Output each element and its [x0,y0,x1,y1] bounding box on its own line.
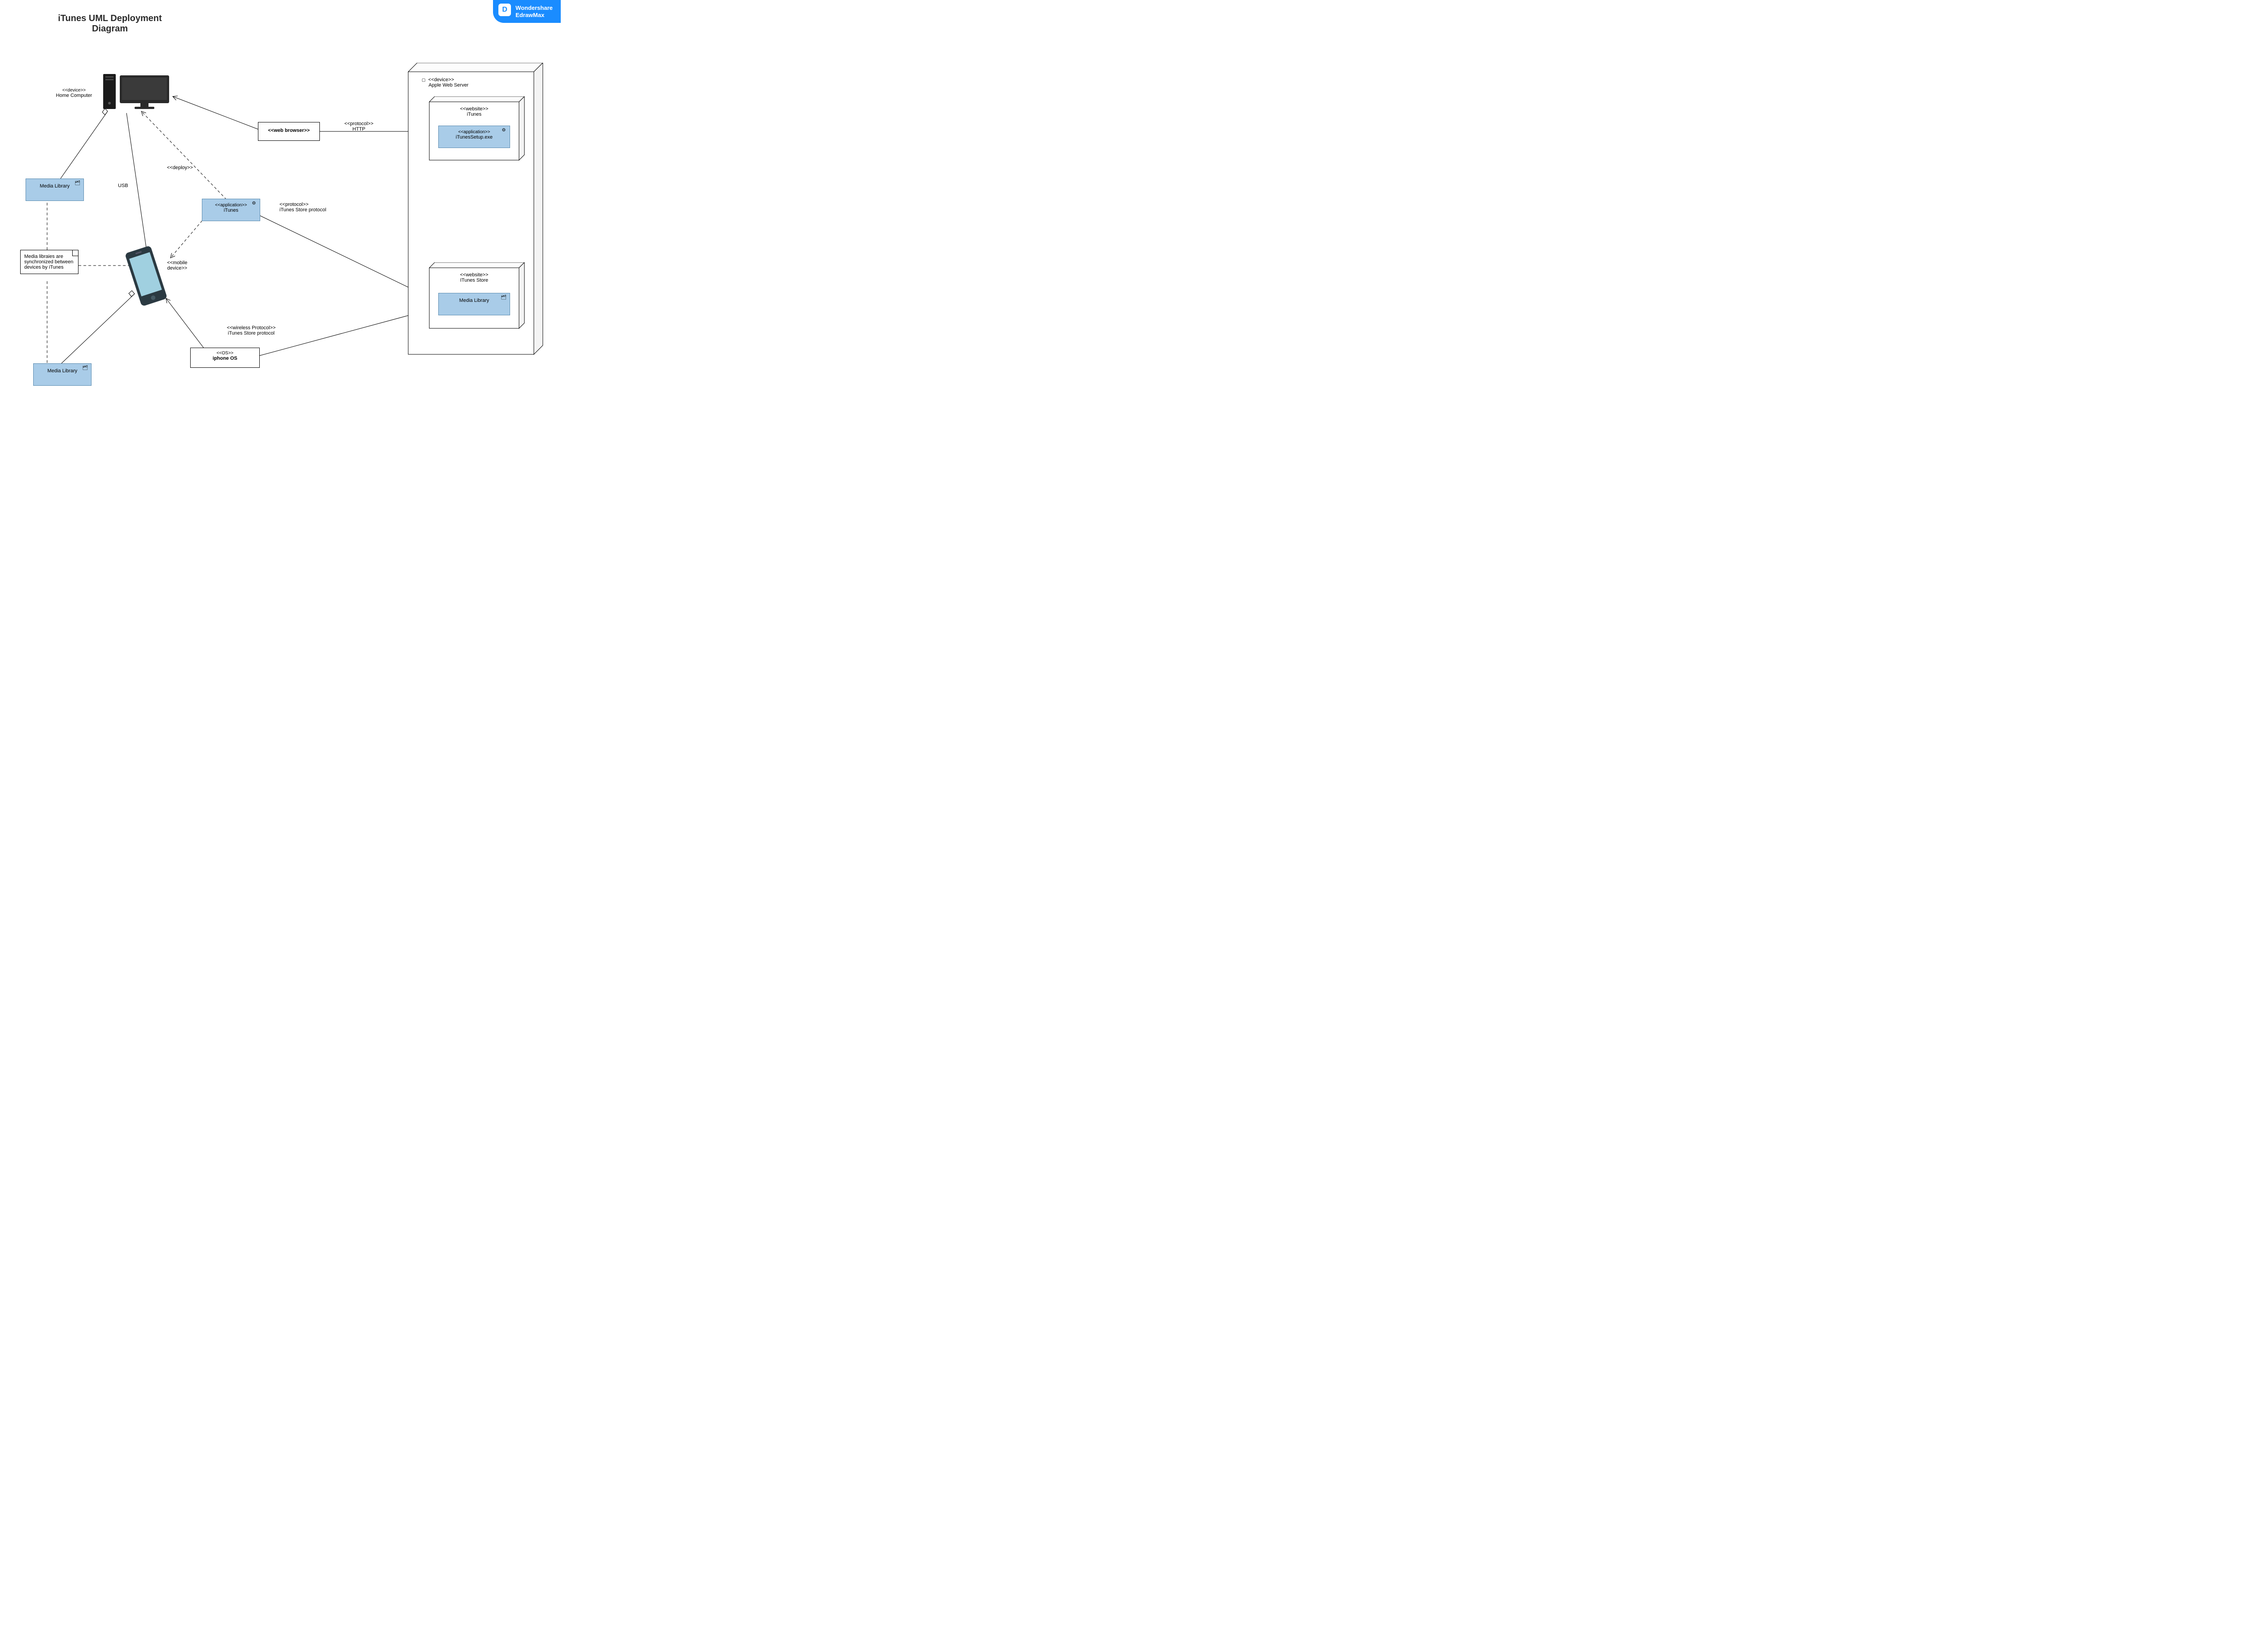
brand-product: EdrawMax [515,12,553,19]
gear-icon: ⚙ [501,128,507,132]
media-library-3[interactable]: 🗂 Media Library [438,293,510,315]
media-library-2[interactable]: 🗂 Media Library [33,363,92,386]
sync-note[interactable]: Media libraies are synchronized between … [20,250,79,274]
computer-icon[interactable] [101,72,173,112]
media-library-1[interactable]: 🗂 Media Library [26,179,84,201]
brand-name: Wondershare [515,4,553,12]
itunes-website-label: <<website>> iTunes [429,106,519,117]
artifact-icon: 🗂 [74,181,81,185]
gear-icon: ⚙ [251,201,257,205]
mobile-device-icon[interactable] [122,238,188,309]
itunes-app[interactable]: ⚙ <<application>> iTunes [202,199,260,221]
itunes-protocol-label: <<protocol>> iTunes Store protocol [279,202,338,213]
brand-text: Wondershare EdrawMax [515,4,553,18]
usb-label: USB [118,183,128,188]
web-browser[interactable]: <<web browser>> [258,122,320,141]
artifact-icon: 🗂 [82,366,88,370]
diagram-title: iTunes UML Deployment Diagram [45,13,175,34]
iphone-os[interactable]: <<OS>> iphone OS [190,348,260,368]
itunes-website[interactable]: <<website>> iTunes ⚙ <<application>> iTu… [424,96,523,161]
itunes-setup[interactable]: ⚙ <<application>> iTunesSetup.exe [438,126,510,148]
brand-icon: D [498,4,511,16]
apple-web-server-label: ▢ <<device>> Apple Web Server [422,77,468,88]
wireless-protocol-label: <<wireless Protocol>> iTunes Store proto… [218,325,285,336]
itunes-store-label: <<website>> ITunes Store [429,272,519,283]
home-computer-label: <<device>> Home Computer [49,88,99,98]
brand-badge: D Wondershare EdrawMax [493,0,561,23]
apple-web-server[interactable]: ▢ <<device>> Apple Web Server <<website>… [399,63,538,354]
artifact-icon: 🗂 [501,295,507,300]
deploy-label: <<deploy>> [167,165,193,170]
http-label: <<protocol>> HTTP [341,121,377,132]
itunes-store[interactable]: <<website>> ITunes Store 🗂 Media Library [424,262,523,330]
mobile-device-label: <<mobile device>> [164,260,191,271]
